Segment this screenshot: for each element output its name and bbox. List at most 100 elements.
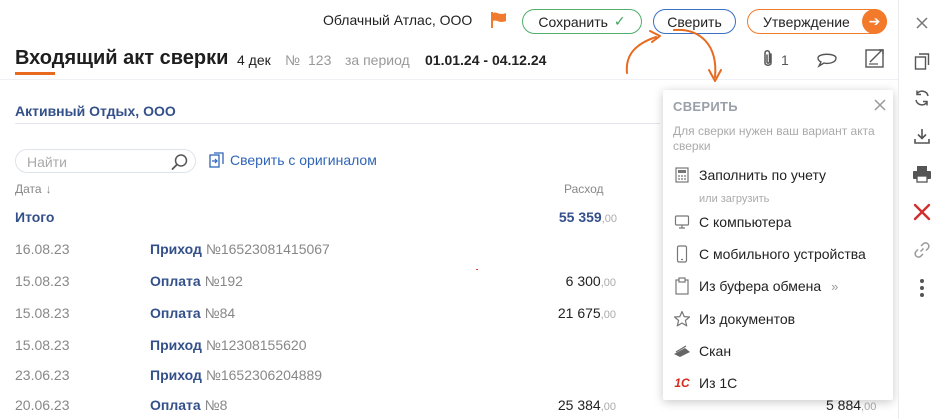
verify-label: Сверить [667, 13, 722, 30]
table-row[interactable]: 23.06.23 Приход №1652306204889 [0, 365, 660, 397]
more-vertical-icon[interactable] [911, 277, 933, 299]
table-row[interactable]: 15.08.23 Оплата №192 6 300,00 [0, 271, 660, 303]
row-document[interactable]: Приход №1652306204889 [150, 367, 322, 383]
from-computer-label: С компьютера [699, 214, 792, 230]
or-upload-label: или загрузить [699, 193, 770, 205]
title-accent [15, 72, 55, 75]
from-clipboard-label: Из буфера обмена [699, 278, 822, 294]
right-toolbar [898, 0, 944, 419]
row-date: 15.08.23 [15, 337, 70, 353]
search-icon[interactable] [171, 153, 189, 171]
popup-title: СВЕРИТЬ [673, 99, 738, 114]
delete-icon[interactable] [911, 201, 933, 223]
organization-name[interactable]: Облачный Атлас, ООО [323, 12, 472, 28]
1c-logo-icon: 1С [674, 376, 690, 390]
paperclip-icon[interactable] [761, 49, 775, 69]
table-row[interactable]: 15.08.23 Приход №12308155620 [0, 335, 660, 367]
sign-document-icon[interactable] [864, 47, 886, 69]
flag-icon[interactable] [489, 11, 509, 29]
annotation-arrows [625, 28, 722, 82]
search-box[interactable] [15, 149, 196, 173]
approve-label: Утверждение [763, 13, 850, 30]
row-document[interactable]: Приход №16523081415067 [150, 241, 330, 257]
page-title: Входящий акт сверки [15, 47, 229, 69]
double-chevron-right-icon[interactable]: » [831, 279, 838, 294]
row-document[interactable]: Приход №12308155620 [150, 337, 306, 353]
period-value[interactable]: 01.01.24 - 04.12.24 [425, 52, 546, 68]
row-number: №8 [204, 397, 228, 413]
from-documents-item[interactable]: Из документов [673, 308, 795, 330]
document-number[interactable]: 123 [308, 52, 331, 68]
table-row[interactable]: 16.08.23 Приход №16523081415067 [0, 239, 660, 271]
row-amount-cents: ,00 [600, 401, 616, 413]
row-date: 15.08.23 [15, 305, 70, 321]
header-divider [0, 79, 900, 80]
verify-button[interactable]: Сверить [653, 9, 736, 34]
arrow-right-icon[interactable]: ➔ [862, 9, 887, 34]
calculator-icon [673, 166, 691, 184]
row-document[interactable]: Оплата №8 [150, 397, 227, 413]
from-mobile-item[interactable]: С мобильного устройства [673, 243, 866, 265]
scan-item[interactable]: Скан [673, 340, 731, 362]
scanner-icon [673, 342, 691, 360]
attachments-count[interactable]: 1 [781, 52, 789, 68]
clipboard-icon [673, 277, 691, 295]
refresh-icon[interactable] [911, 87, 933, 109]
scan-label: Скан [699, 343, 732, 359]
download-icon[interactable] [911, 125, 933, 147]
star-icon [673, 310, 691, 328]
close-icon[interactable] [873, 98, 887, 112]
approve-button[interactable]: Утверждение ➔ [747, 9, 887, 34]
row-type: Оплата [150, 305, 201, 321]
from-clipboard-item[interactable]: Из буфера обмена » [673, 275, 838, 297]
compare-label: Сверить с оригиналом [230, 152, 377, 168]
counterparty-name[interactable]: Активный Отдых, ООО [15, 103, 176, 119]
row-income-cents: ,00 [861, 401, 877, 413]
save-label: Сохранить [538, 13, 608, 30]
save-button[interactable]: Сохранить ✓ [522, 9, 642, 34]
chat-icon[interactable] [815, 50, 839, 68]
close-icon[interactable] [911, 12, 933, 34]
fill-from-accounting-item[interactable]: Заполнить по учету [673, 164, 826, 186]
from-computer-item[interactable]: С компьютера [673, 211, 791, 233]
row-date: 20.06.23 [15, 397, 70, 413]
column-header-expense: Расход [564, 182, 604, 196]
copy-icon[interactable] [911, 50, 933, 72]
from-documents-label: Из документов [699, 311, 796, 327]
compare-with-original-link[interactable]: Сверить с оригиналом [209, 152, 377, 168]
from-1c-label: Из 1С [699, 375, 738, 391]
row-number: №192 [204, 273, 243, 289]
row-amount: 21 675,00 [558, 305, 616, 321]
row-type: Оплата [150, 273, 201, 289]
link-icon[interactable] [911, 239, 933, 261]
compare-document-icon [209, 152, 224, 168]
row-amount: 25 384,00 [558, 397, 616, 413]
total-amount: 55 359 [558, 209, 602, 225]
table-row[interactable]: 20.06.23 Оплата №8 25 384,00 [0, 395, 660, 419]
row-number: №84 [204, 305, 236, 321]
row-document[interactable]: Оплата №84 [150, 305, 235, 321]
date-column-label: Дата [15, 182, 42, 196]
fill-from-accounting-label: Заполнить по учету [699, 167, 827, 183]
row-amount-cents: ,00 [600, 277, 616, 289]
row-amount-value: 6 300 [565, 273, 601, 289]
search-input[interactable] [27, 153, 167, 171]
row-number: №12308155620 [205, 337, 307, 353]
table-row[interactable]: 15.08.23 Оплата №84 21 675,00 [0, 303, 660, 335]
monitor-icon [673, 213, 691, 231]
document-date[interactable]: 4 дек [237, 52, 271, 68]
verify-popup: СВЕРИТЬ Для сверки нужен ваш вариант акт… [663, 90, 893, 400]
row-document[interactable]: Оплата №192 [150, 273, 243, 289]
from-1c-item[interactable]: 1С Из 1С [673, 372, 737, 394]
row-type: Приход [150, 241, 202, 257]
total-value: 55 359,00 [559, 209, 617, 225]
row-date: 15.08.23 [15, 273, 70, 289]
mobile-phone-icon [673, 245, 691, 263]
sort-arrow-icon[interactable]: ↓ [46, 182, 52, 196]
printer-icon[interactable] [911, 163, 933, 185]
column-header-date[interactable]: Дата ↓ [15, 182, 52, 196]
row-number: №16523081415067 [205, 241, 330, 257]
from-mobile-label: С мобильного устройства [699, 246, 866, 262]
check-icon: ✓ [613, 13, 626, 29]
number-sign: № [285, 52, 301, 68]
